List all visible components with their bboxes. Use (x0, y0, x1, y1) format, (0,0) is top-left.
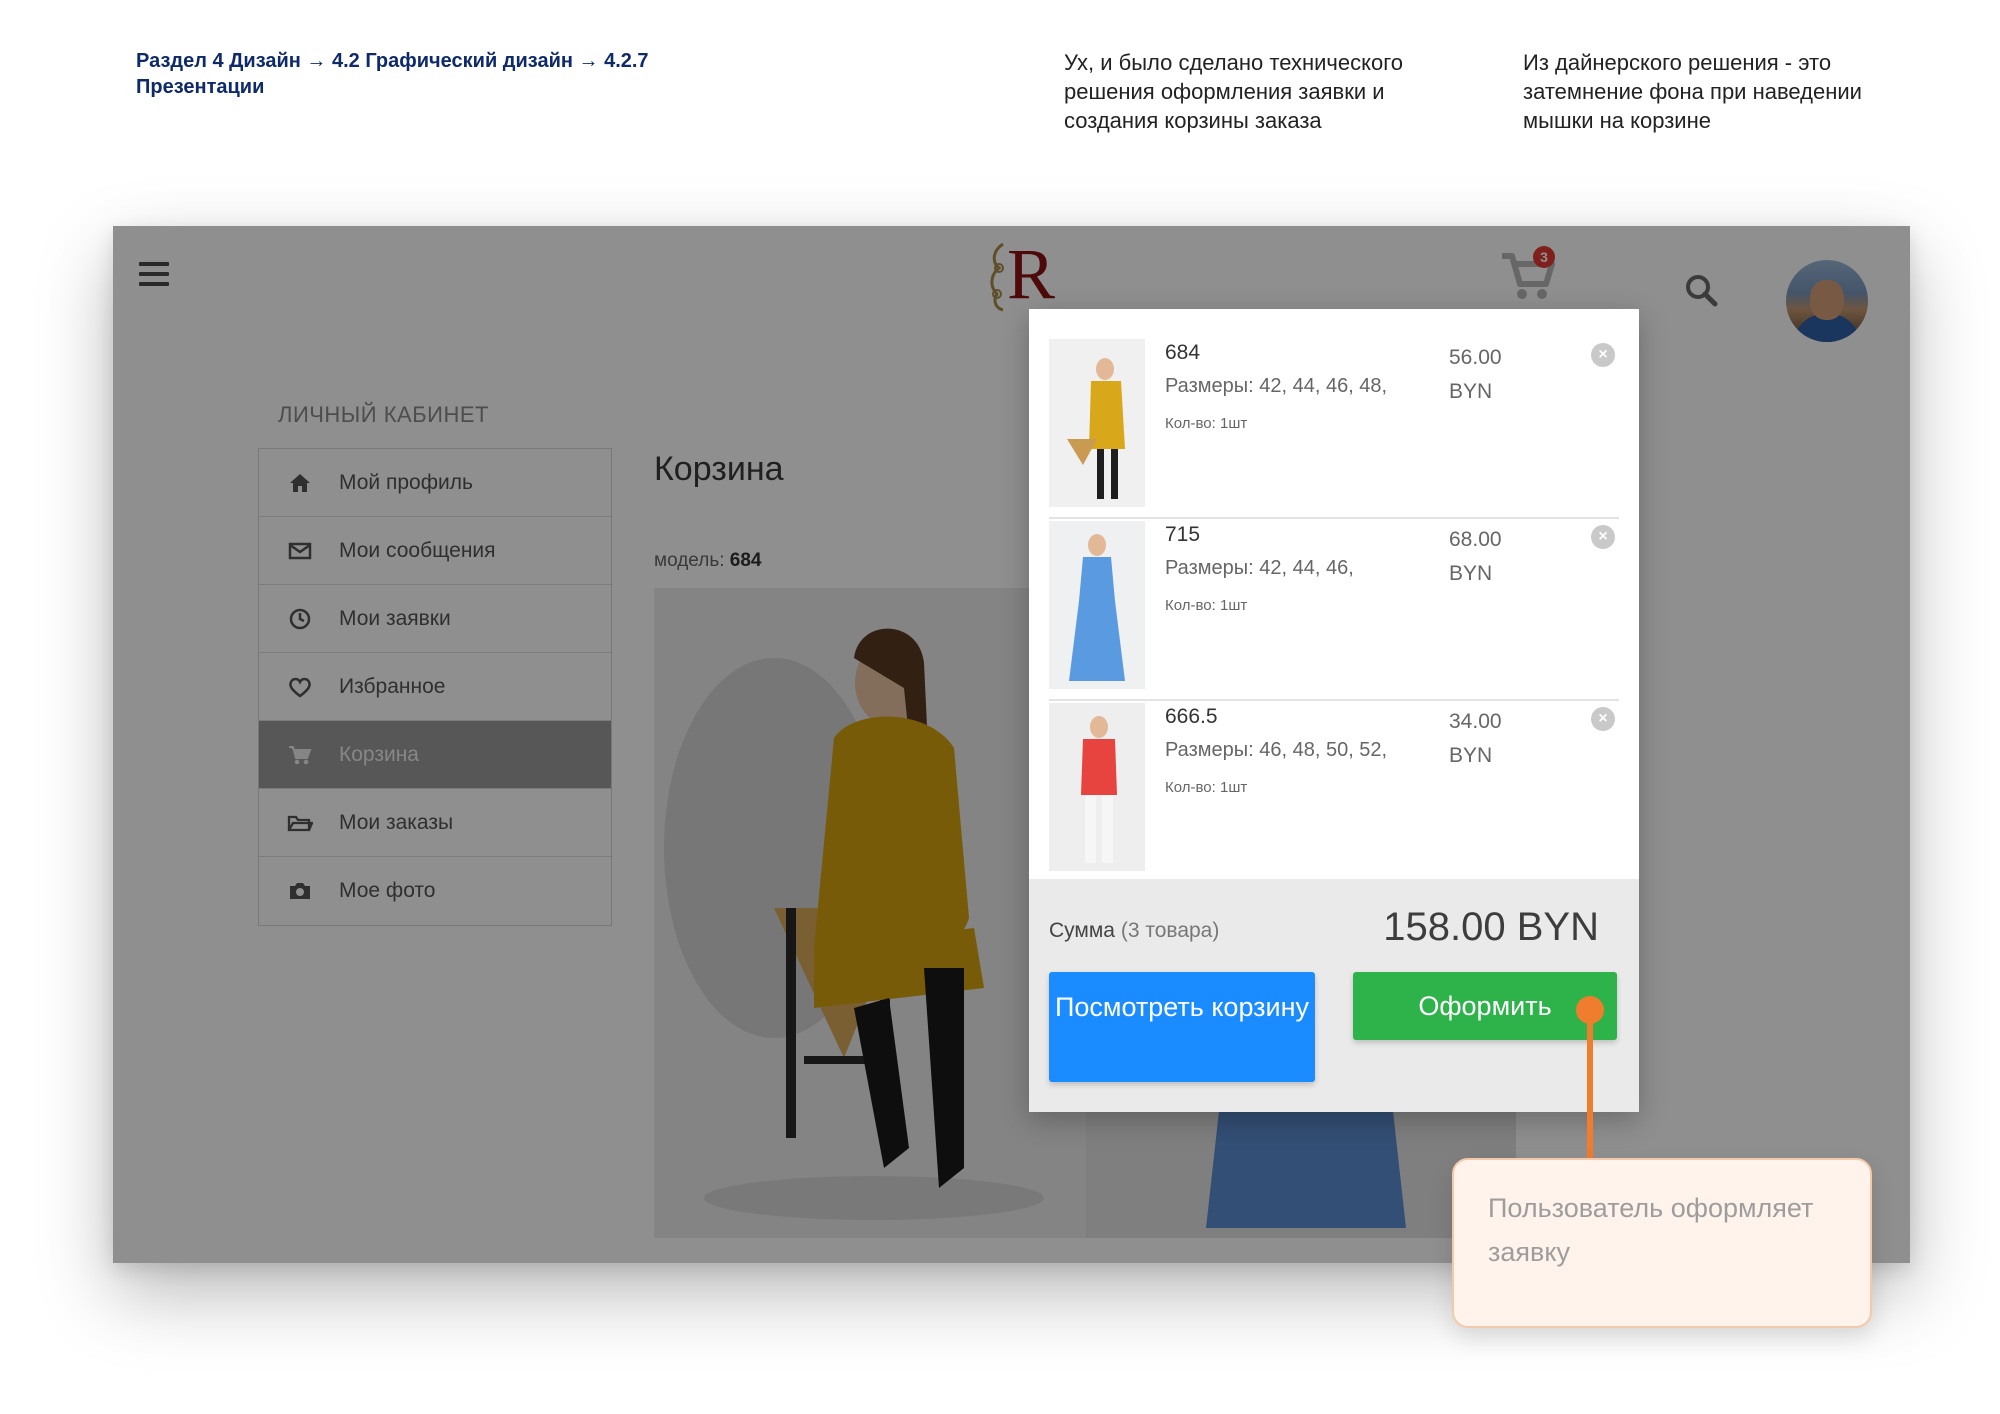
cart-item-qty: Кол-во: 1шт (1165, 597, 1248, 614)
cart-item-sizes: Размеры: 42, 44, 46, 48, (1165, 375, 1388, 397)
background-dim-overlay (113, 226, 1910, 1263)
product-thumbnail[interactable] (1049, 339, 1145, 507)
cart-dropdown: 684 Размеры: 42, 44, 46, 48, Кол-во: 1шт… (1029, 309, 1639, 1112)
remove-icon[interactable]: × (1591, 707, 1615, 731)
cart-item-name: 715 (1165, 523, 1201, 546)
sum-total: 158.00 BYN (1383, 905, 1599, 949)
cart-item[interactable]: 715 Размеры: 42, 44, 46, Кол-во: 1шт 68.… (1049, 521, 1619, 701)
annotation-dot (1576, 996, 1604, 1024)
product-thumbnail[interactable] (1049, 521, 1145, 689)
remove-icon[interactable]: × (1591, 343, 1615, 367)
cart-item-name: 666.5 (1165, 705, 1218, 728)
cart-item-qty: Кол-во: 1шт (1165, 415, 1248, 432)
cart-item-sizes: Размеры: 42, 44, 46, (1165, 557, 1354, 579)
cart-item-price: 56.00 BYN (1449, 346, 1502, 403)
product-thumbnail[interactable] (1049, 703, 1145, 871)
cart-item-name: 684 (1165, 341, 1201, 364)
annotation-line (1587, 1010, 1593, 1160)
cart-item[interactable]: 684 Размеры: 42, 44, 46, 48, Кол-во: 1шт… (1049, 339, 1619, 519)
sum-label: Сумма (3 товара) (1049, 919, 1220, 942)
app-screenshot: R 3 ЛИЧНЫЙ КАБИНЕТ Мой профиль Мои сообщ… (113, 226, 1910, 1263)
cart-item-price: 68.00 BYN (1449, 528, 1502, 585)
cart-summary: Сумма (3 товара) 158.00 BYN Посмотреть к… (1029, 879, 1639, 1112)
cart-item-sizes: Размеры: 46, 48, 50, 52, (1165, 739, 1388, 761)
note-left: Ух, и было сделано технического решения … (1064, 50, 1403, 133)
cart-item-qty: Кол-во: 1шт (1165, 779, 1248, 796)
cart-item-price: 34.00 BYN (1449, 710, 1502, 767)
view-cart-button[interactable]: Посмотреть корзину (1049, 972, 1315, 1082)
cart-item[interactable]: 666.5 Размеры: 46, 48, 50, 52, Кол-во: 1… (1049, 703, 1619, 883)
remove-icon[interactable]: × (1591, 525, 1615, 549)
callout-text: Пользователь оформляет заявку (1488, 1193, 1814, 1267)
note-right: Из дайнерского решения - это затемнение … (1523, 50, 1862, 133)
breadcrumb: Раздел 4 Дизайн → 4.2 Графический дизайн… (136, 50, 649, 98)
annotation-callout: Пользователь оформляет заявку (1452, 1158, 1872, 1328)
